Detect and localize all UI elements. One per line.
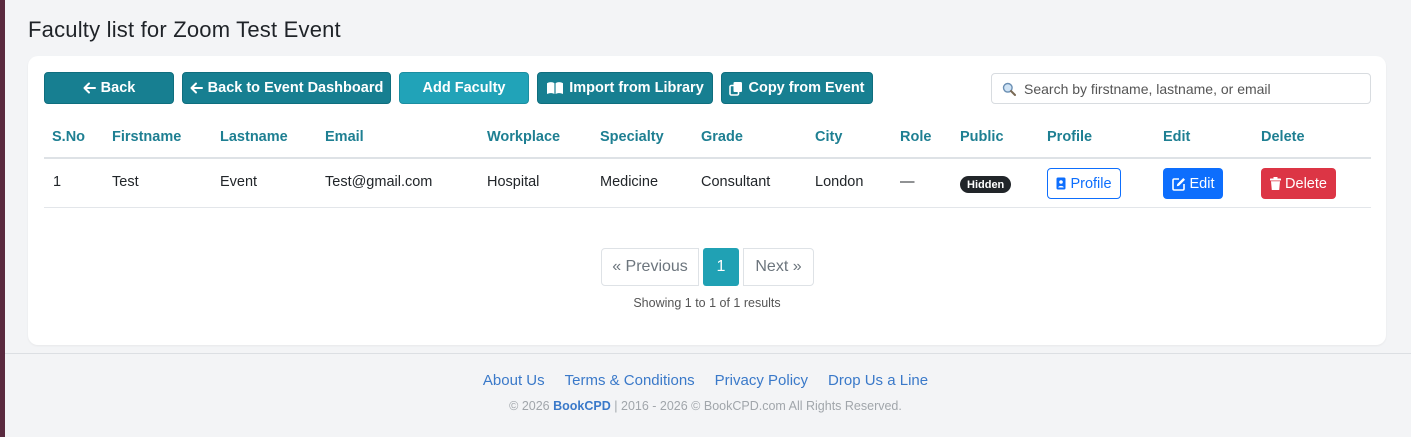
cell-email: Test@gmail.com [325,174,433,190]
search-box[interactable] [991,73,1371,104]
add-faculty-button[interactable]: Add Faculty [399,72,529,104]
trash-icon [1270,177,1282,190]
page-title: Faculty list for Zoom Test Event [28,17,341,42]
cell-firstname: Test [112,174,139,190]
column-header-workplace: Workplace [487,129,561,145]
back-to-dashboard-label: Back to Event Dashboard [207,80,384,96]
column-header-firstname: Firstname [112,129,182,145]
table-header-divider [44,157,1371,159]
profile-button[interactable]: Profile [1047,168,1121,199]
cell-role: — [900,174,915,190]
footer-link-privacy-policy[interactable]: Privacy Policy [715,372,808,389]
footer-link-about-us[interactable]: About Us [483,372,545,389]
person-badge-icon [1056,177,1066,190]
edit-button[interactable]: Edit [1163,168,1223,199]
edit-icon [1171,177,1185,191]
cell-grade: Consultant [701,174,771,190]
footer-links: About Us Terms & Conditions Privacy Poli… [0,372,1411,389]
copy-from-event-button[interactable]: Copy from Event [721,72,873,104]
copyright-prefix: © 2026 [509,399,550,413]
brand-link[interactable]: BookCPD [553,399,611,413]
public-status-badge: Hidden [960,176,1012,193]
import-from-library-label: Import from Library [569,80,704,96]
arrow-left-icon [83,82,96,94]
column-header-profile: Profile [1047,129,1093,145]
faculty-card: Back Back to Event Dashboard Add Faculty… [28,56,1386,345]
footer-link-terms[interactable]: Terms & Conditions [565,372,695,389]
cell-sno: 1 [53,174,62,190]
copy-icon [729,81,743,96]
edit-button-label: Edit [1189,175,1215,192]
cell-specialty: Medicine [600,174,659,190]
cell-lastname: Event [220,174,258,190]
cell-city: London [815,174,864,190]
pagination-next[interactable]: Next » [743,248,814,286]
add-faculty-label: Add Faculty [422,80,506,96]
search-input[interactable] [1022,79,1366,98]
back-to-dashboard-button[interactable]: Back to Event Dashboard [182,72,391,104]
column-header-delete: Delete [1261,129,1305,145]
column-header-edit: Edit [1163,129,1191,145]
column-header-public: Public [960,129,1004,145]
delete-button-label: Delete [1285,175,1327,192]
column-header-sno: S.No [52,129,86,145]
back-button[interactable]: Back [44,72,174,104]
pagination-previous[interactable]: « Previous [601,248,699,286]
column-header-email: Email [325,129,364,145]
column-header-city: City [815,129,843,145]
footer-link-contact[interactable]: Drop Us a Line [828,372,928,389]
column-header-specialty: Specialty [600,129,664,145]
footer-copyright: © 2026 BookCPD | 2016 - 2026 © BookCPD.c… [0,399,1411,413]
arrow-left-icon [190,82,203,94]
book-open-icon [547,82,564,94]
table-row-divider [44,207,1371,208]
column-header-role: Role [900,129,932,145]
back-button-label: Back [100,80,136,96]
column-header-grade: Grade [701,129,743,145]
column-header-lastname: Lastname [220,129,288,145]
profile-button-label: Profile [1070,175,1112,192]
import-from-library-button[interactable]: Import from Library [537,72,713,104]
copy-from-event-label: Copy from Event [748,80,865,96]
search-icon [1002,82,1016,96]
pagination-page-1[interactable]: 1 [703,248,739,286]
footer-divider [5,353,1411,354]
cell-workplace: Hospital [487,174,540,190]
copyright-suffix: | 2016 - 2026 © BookCPD.com All Rights R… [614,399,902,413]
delete-button[interactable]: Delete [1261,168,1336,199]
pagination-summary: Showing 1 to 1 of 1 results [633,296,781,310]
